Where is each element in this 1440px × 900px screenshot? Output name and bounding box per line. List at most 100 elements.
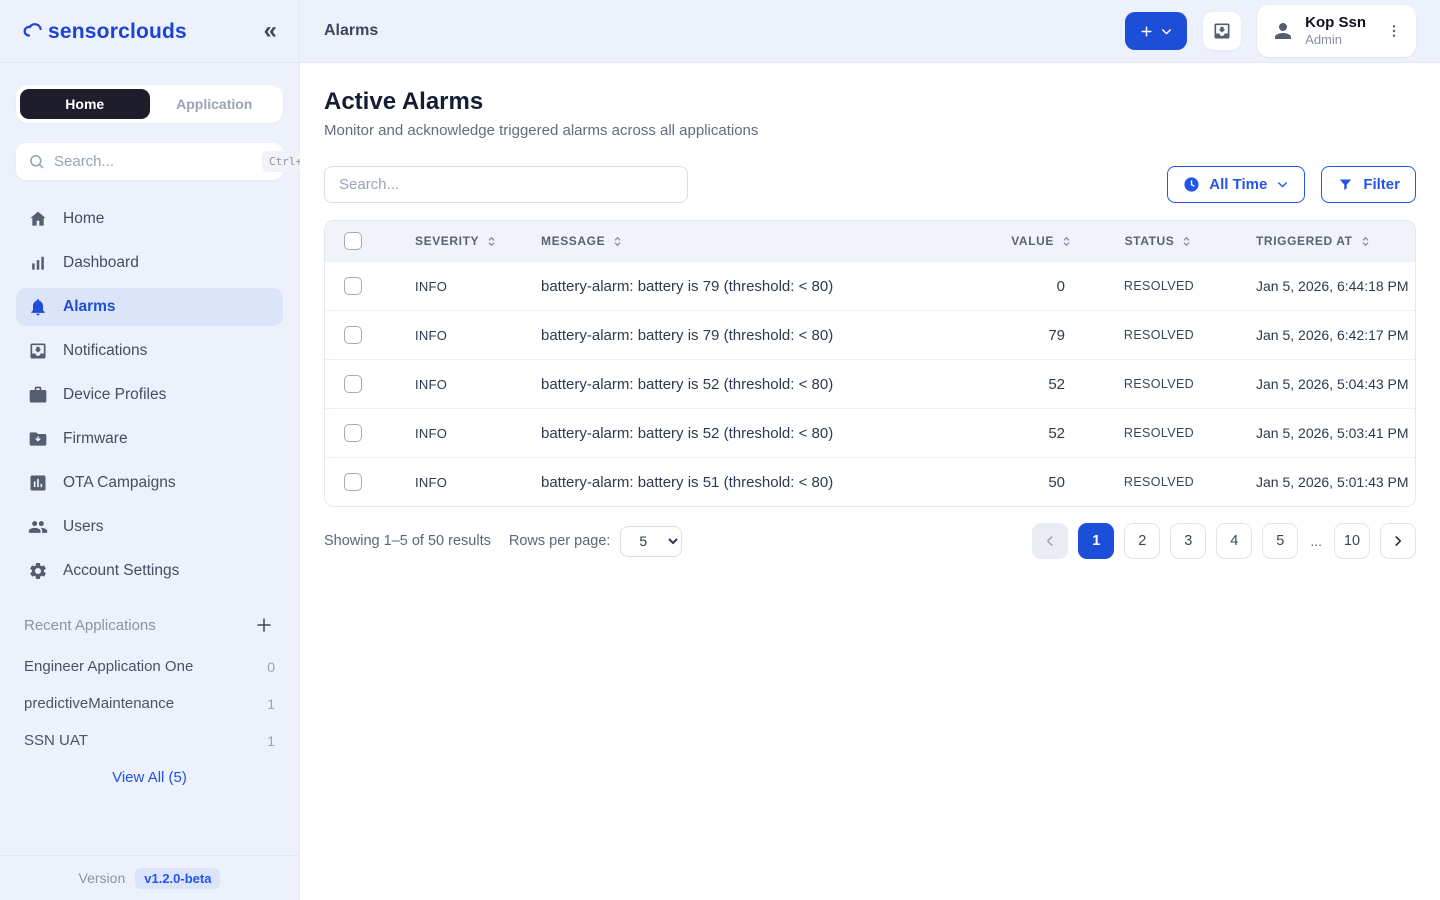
rows-per-page-label: Rows per page:	[509, 533, 611, 549]
time-range-label: All Time	[1209, 176, 1267, 193]
page-button-1[interactable]: 1	[1078, 523, 1114, 559]
sidebar-item-ota-campaigns[interactable]: OTA Campaigns	[16, 464, 283, 502]
page-button-5[interactable]: 5	[1262, 523, 1298, 559]
user-options-button[interactable]	[1382, 19, 1406, 43]
time-range-button[interactable]: All Time	[1167, 166, 1305, 203]
cell-status: RESOLVED	[1079, 475, 1239, 489]
sidebar-search: Ctrl+K	[16, 143, 283, 180]
recent-application-item[interactable]: Engineer Application One 0	[16, 648, 283, 685]
sidebar-item-notifications[interactable]: Notifications	[16, 332, 283, 370]
folder-download-icon	[28, 429, 48, 449]
sidebar-item-dashboard[interactable]: Dashboard	[16, 244, 283, 282]
recent-applications-title: Recent Applications	[24, 617, 156, 634]
user-menu[interactable]: Kop Ssn Admin	[1257, 5, 1416, 57]
previous-page-button[interactable]	[1032, 523, 1068, 559]
select-all-checkbox[interactable]	[344, 232, 362, 250]
cell-triggered-at: Jan 5, 2026, 6:44:18 PM	[1239, 278, 1415, 294]
sidebar-item-home[interactable]: Home	[16, 200, 283, 238]
recent-application-name: SSN UAT	[24, 732, 88, 749]
row-checkbox[interactable]	[344, 375, 362, 393]
sort-icon	[485, 235, 498, 248]
cell-status: RESOLVED	[1079, 377, 1239, 391]
version-label: Version	[79, 870, 126, 886]
select-all-cell	[325, 232, 381, 250]
cell-triggered-at: Jan 5, 2026, 5:04:43 PM	[1239, 376, 1415, 392]
table-row[interactable]: INFO battery-alarm: battery is 52 (thres…	[325, 408, 1415, 457]
cell-value: 52	[989, 425, 1079, 442]
topbar: Alarms Kop Ssn Admin	[300, 0, 1440, 63]
create-button[interactable]	[1125, 12, 1187, 50]
content: Active Alarms Monitor and acknowledge tr…	[300, 63, 1440, 900]
sidebar-item-alarms[interactable]: Alarms	[16, 288, 283, 326]
alarms-search-input[interactable]	[324, 166, 688, 203]
sidebar-collapse-button[interactable]: «	[264, 19, 277, 43]
page-button-4[interactable]: 4	[1216, 523, 1252, 559]
cell-triggered-at: Jan 5, 2026, 5:03:41 PM	[1239, 425, 1415, 441]
recent-application-item[interactable]: predictiveMaintenance 1	[16, 685, 283, 722]
chevron-left-icon	[1043, 534, 1057, 548]
row-checkbox[interactable]	[344, 424, 362, 442]
sidebar-footer: Version v1.2.0-beta	[0, 855, 299, 900]
user-avatar-icon	[1271, 19, 1295, 43]
cell-severity: INFO	[381, 328, 521, 343]
user-meta: Kop Ssn Admin	[1305, 14, 1366, 48]
recent-applications-header: Recent Applications	[16, 614, 283, 636]
user-role: Admin	[1305, 32, 1366, 48]
sort-icon	[1060, 235, 1073, 248]
column-header-triggered-at[interactable]: TRIGGERED AT	[1239, 234, 1415, 248]
page-subtitle: Monitor and acknowledge triggered alarms…	[324, 122, 1416, 139]
row-checkbox[interactable]	[344, 277, 362, 295]
inbox-button[interactable]	[1203, 12, 1241, 50]
topbar-actions: Kop Ssn Admin	[1125, 5, 1416, 57]
home-icon	[28, 209, 48, 229]
mode-toggle-home[interactable]: Home	[20, 89, 150, 119]
chevron-down-icon	[1160, 25, 1173, 38]
clock-icon	[1183, 176, 1200, 193]
table-row[interactable]: INFO battery-alarm: battery is 79 (thres…	[325, 261, 1415, 310]
recent-application-count: 1	[267, 733, 275, 749]
cell-message: battery-alarm: battery is 52 (threshold:…	[521, 425, 989, 442]
sidebar-search-input[interactable]	[54, 153, 253, 170]
rows-per-page-select[interactable]: 5	[620, 526, 682, 557]
cell-value: 79	[989, 327, 1079, 344]
mode-toggle: Home Application	[16, 85, 283, 123]
row-checkbox[interactable]	[344, 473, 362, 491]
sidebar-item-users[interactable]: Users	[16, 508, 283, 546]
gear-icon	[28, 561, 48, 581]
cell-severity: INFO	[381, 377, 521, 392]
brand-name: sensorclouds	[48, 20, 187, 44]
table-controls: All Time Filter	[324, 166, 1416, 203]
sidebar-item-account-settings[interactable]: Account Settings	[16, 552, 283, 590]
table-row[interactable]: INFO battery-alarm: battery is 79 (thres…	[325, 310, 1415, 359]
add-application-button[interactable]	[253, 614, 275, 636]
sidebar-item-firmware[interactable]: Firmware	[16, 420, 283, 458]
row-checkbox[interactable]	[344, 326, 362, 344]
view-all-link[interactable]: View All (5)	[112, 769, 187, 786]
table-row[interactable]: INFO battery-alarm: battery is 52 (thres…	[325, 359, 1415, 408]
brand-logo[interactable]: sensorclouds	[22, 18, 187, 44]
plus-icon	[1140, 25, 1153, 38]
column-header-message[interactable]: MESSAGE	[521, 234, 989, 248]
page-button-2[interactable]: 2	[1124, 523, 1160, 559]
mode-toggle-application[interactable]: Application	[150, 89, 280, 119]
column-header-severity[interactable]: SEVERITY	[381, 234, 521, 248]
recent-application-count: 0	[267, 659, 275, 675]
page-button-3[interactable]: 3	[1170, 523, 1206, 559]
filter-label: Filter	[1363, 176, 1400, 193]
next-page-button[interactable]	[1380, 523, 1416, 559]
topbar-title: Alarms	[324, 22, 378, 40]
column-header-status[interactable]: STATUS	[1079, 234, 1239, 248]
sort-icon	[611, 235, 624, 248]
sidebar-spacer	[0, 787, 299, 855]
table-row[interactable]: INFO battery-alarm: battery is 51 (thres…	[325, 457, 1415, 506]
recent-application-item[interactable]: SSN UAT 1	[16, 722, 283, 759]
cell-severity: INFO	[381, 475, 521, 490]
cell-triggered-at: Jan 5, 2026, 5:01:43 PM	[1239, 474, 1415, 490]
view-all-wrap: View All (5)	[16, 769, 283, 787]
filter-button[interactable]: Filter	[1321, 166, 1416, 203]
sidebar-item-device-profiles[interactable]: Device Profiles	[16, 376, 283, 414]
recent-applications-section: Recent Applications Engineer Application…	[0, 614, 299, 787]
cell-status: RESOLVED	[1079, 328, 1239, 342]
column-header-value[interactable]: VALUE	[989, 234, 1079, 248]
page-button-10[interactable]: 10	[1334, 523, 1370, 559]
